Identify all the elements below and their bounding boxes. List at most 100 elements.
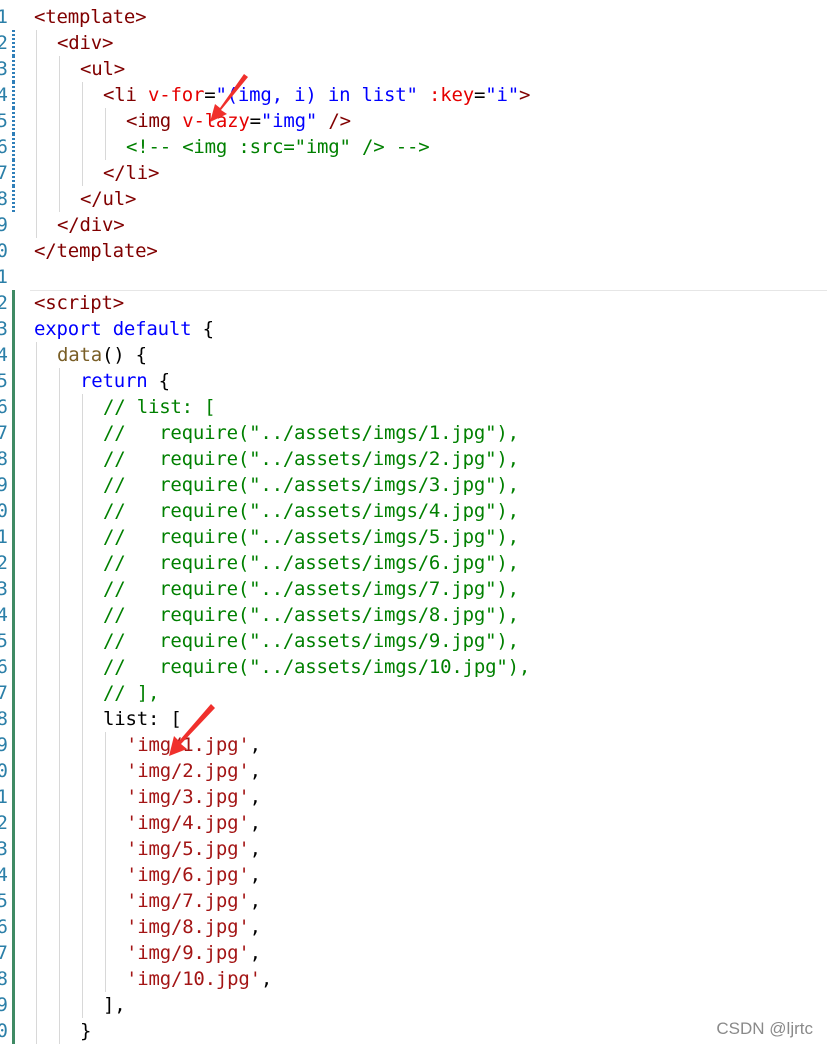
added-line-marker (12, 316, 15, 342)
code-line[interactable]: 5 'img/7.jpg', (0, 888, 827, 914)
code-token: div (68, 32, 102, 54)
code-token: { (147, 370, 170, 392)
line-number: 3 (0, 58, 8, 80)
added-line-marker (12, 888, 15, 914)
line-number: 5 (0, 370, 8, 392)
code-token: ul (91, 58, 114, 80)
code-line[interactable]: 5 // require("../assets/imgs/9.jpg"), (0, 628, 827, 654)
code-text: // require("../assets/imgs/2.jpg"), (103, 446, 519, 472)
added-line-marker (12, 810, 15, 836)
code-line[interactable]: 0 // require("../assets/imgs/4.jpg"), (0, 498, 827, 524)
code-line[interactable]: 1 <template> (0, 4, 827, 30)
code-token: default (112, 318, 192, 340)
code-line[interactable]: 3 <ul> (0, 56, 827, 82)
code-token: 'img/7.jpg' (126, 890, 250, 912)
code-line[interactable]: 0} (0, 1018, 827, 1044)
line-number: 5 (0, 630, 8, 652)
code-line[interactable]: 1 'img/3.jpg', (0, 784, 827, 810)
added-line-marker (12, 342, 15, 368)
added-line-marker (12, 524, 15, 550)
code-token: , (260, 968, 273, 990)
added-line-marker (12, 836, 15, 862)
code-line[interactable]: 4 // require("../assets/imgs/8.jpg"), (0, 602, 827, 628)
code-text: export default { (34, 316, 214, 342)
added-line-marker (12, 628, 15, 654)
code-token: > (124, 188, 137, 210)
code-line[interactable]: 7 // require("../assets/imgs/1.jpg"), (0, 420, 827, 446)
code-token: // require("../assets/imgs/3.jpg"), (103, 474, 519, 496)
code-line[interactable]: 8 list: [ (0, 706, 827, 732)
code-editor[interactable]: 1 <template> 2 <div> 3 <ul> 4 <li v-for="(img, … (0, 0, 827, 1047)
added-line-marker (12, 472, 15, 498)
code-token: // require("../assets/imgs/1.jpg"), (103, 422, 519, 444)
code-token: 'img/6.jpg' (126, 864, 250, 886)
code-line[interactable]: 6 <!-- <img :src="img" /> --> (0, 134, 827, 160)
code-line[interactable]: 9 </div> (0, 212, 827, 238)
code-line[interactable]: 2 <div> (0, 30, 827, 56)
code-token: > (112, 292, 124, 314)
code-line[interactable]: 2 <script> (0, 290, 827, 316)
code-token: < (80, 58, 92, 80)
code-line[interactable]: 1 // require("../assets/imgs/5.jpg"), (0, 524, 827, 550)
modified-line-marker (12, 30, 15, 56)
code-token: < (34, 6, 46, 28)
code-line[interactable]: 5 return { (0, 368, 827, 394)
code-line[interactable]: 3 // require("../assets/imgs/7.jpg"), (0, 576, 827, 602)
code-line[interactable]: 8 'img/10.jpg', (0, 966, 827, 992)
code-line[interactable]: 1 (0, 264, 827, 290)
code-line[interactable]: 4 'img/6.jpg', (0, 862, 827, 888)
code-line[interactable]: 4 data() { (0, 342, 827, 368)
code-line[interactable]: 3 'img/5.jpg', (0, 836, 827, 862)
line-number: 8 (0, 188, 8, 210)
line-number: 9 (0, 214, 8, 236)
code-line[interactable]: 6 'img/8.jpg', (0, 914, 827, 940)
added-line-marker (12, 862, 15, 888)
code-line[interactable]: 9'img/1.jpg', (0, 732, 827, 758)
code-text: <ul> (80, 56, 125, 82)
code-token: // require("../assets/imgs/4.jpg"), (103, 500, 519, 522)
code-token: , (249, 864, 261, 886)
code-line[interactable]: 5 <img v-lazy="img" /> (0, 108, 827, 134)
code-token: // require("../assets/imgs/6.jpg"), (103, 552, 519, 574)
code-line[interactable]: 8 // require("../assets/imgs/2.jpg"), (0, 446, 827, 472)
code-line[interactable]: 4 <li v-for="(img, i) in list" :key="i"> (0, 82, 827, 108)
code-token: // require("../assets/imgs/2.jpg"), (103, 448, 519, 470)
code-line[interactable]: 0 </template> (0, 238, 827, 264)
added-line-marker (12, 602, 15, 628)
line-number: 2 (0, 292, 8, 314)
code-token: </ (80, 188, 103, 210)
code-line[interactable]: 9], (0, 992, 827, 1018)
code-line[interactable]: 0 'img/2.jpg', (0, 758, 827, 784)
code-token: > (101, 32, 114, 54)
line-number: 4 (0, 344, 8, 366)
code-token: template (56, 240, 147, 262)
added-line-marker (12, 654, 15, 680)
code-text: <li v-for="(img, i) in list" :key="i"> (103, 82, 530, 108)
code-line[interactable]: 6 // require("../assets/imgs/10.jpg"), (0, 654, 827, 680)
line-number: 6 (0, 916, 8, 938)
code-text: // require("../assets/imgs/6.jpg"), (103, 550, 519, 576)
code-line[interactable]: 8 </ul> (0, 186, 827, 212)
code-line[interactable]: 3 export default { (0, 316, 827, 342)
code-line[interactable]: 7 // ], (0, 680, 827, 706)
code-line[interactable]: 9 // require("../assets/imgs/3.jpg"), (0, 472, 827, 498)
code-token: 'img/8.jpg' (126, 916, 250, 938)
red-arrow-icon (169, 704, 215, 756)
code-line[interactable]: 6 // list: [ (0, 394, 827, 420)
code-token: , (249, 786, 261, 808)
code-line[interactable]: 2 'img/4.jpg', (0, 810, 827, 836)
code-line[interactable]: 2 // require("../assets/imgs/6.jpg"), (0, 550, 827, 576)
code-token: "img" (260, 110, 318, 132)
code-token: // ], (103, 682, 160, 704)
added-line-marker (12, 394, 15, 420)
code-text: 'img/7.jpg', (126, 888, 261, 914)
code-line[interactable]: 7 'img/9.jpg', (0, 940, 827, 966)
line-number: 0 (0, 760, 8, 782)
code-line[interactable]: 7 </li> (0, 160, 827, 186)
line-number: 7 (0, 162, 8, 184)
line-number: 8 (0, 448, 8, 470)
code-token: ], (103, 994, 126, 1016)
